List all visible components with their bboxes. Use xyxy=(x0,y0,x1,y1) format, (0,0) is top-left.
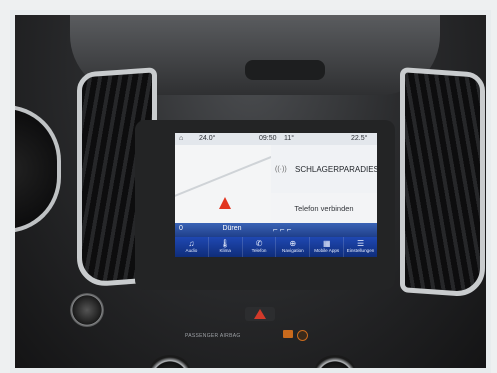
air-vent-right[interactable] xyxy=(400,67,485,298)
car-dashboard-photo: ⌂ 24.0° 09:50 11° 22.5° ((·)) SCHLAGERPA… xyxy=(10,10,491,373)
nav-audio-label: Audio xyxy=(185,248,198,253)
thermometer-icon: 🌡 xyxy=(220,239,231,248)
settings-sliders-icon: ☰ xyxy=(356,239,365,248)
radio-icon: ((·)) xyxy=(275,166,287,173)
clock-extra: 11° xyxy=(284,135,295,142)
nav-telefon[interactable]: ✆ Telefon xyxy=(243,237,277,257)
nav-mobile-apps-label: Mobile Apps xyxy=(314,248,340,253)
status-bar: ⌂ 24.0° 09:50 11° 22.5° xyxy=(175,133,377,145)
apps-grid-icon: ▦ xyxy=(322,239,331,248)
nav-einstellungen[interactable]: ☰ Einstellungen xyxy=(344,237,377,257)
media-panel[interactable]: ((·)) SCHLAGERPARADIES xyxy=(271,145,377,193)
navigation-icon: ⊕ xyxy=(289,239,297,248)
seat-heat-icon[interactable]: ⌐ ⌐ ⌐ xyxy=(273,225,291,234)
airbag-off-indicator-icon xyxy=(283,330,293,338)
nav-klima[interactable]: 🌡 Klima xyxy=(209,237,243,257)
climate-strip[interactable]: 0 Düren ⌐ ⌐ ⌐ xyxy=(175,223,377,237)
infotainment-screen[interactable]: ⌂ 24.0° 09:50 11° 22.5° ((·)) SCHLAGERPA… xyxy=(175,133,377,257)
outside-temperature: 24.0° xyxy=(199,135,216,142)
nav-navigation[interactable]: ⊕ Navigation xyxy=(276,237,311,257)
home-icon[interactable]: ⌂ xyxy=(179,135,183,142)
nav-telefon-label: Telefon xyxy=(251,248,267,253)
nav-einstellungen-label: Einstellungen xyxy=(346,248,375,253)
phone-panel[interactable]: Telefon verbinden xyxy=(271,193,377,223)
start-stop-button[interactable] xyxy=(70,293,104,327)
nav-audio[interactable]: ♫ Audio xyxy=(175,237,209,257)
position-arrow-icon xyxy=(219,197,231,209)
passenger-airbag-label: PASSENGER AIRBAG xyxy=(185,333,241,339)
climate-left-value: 0 xyxy=(179,225,183,232)
current-city: Düren xyxy=(222,225,242,232)
bottom-navigation-bar: ♫ Audio 🌡 Klima ✆ Telefon ⊕ Navigation ▦ xyxy=(175,237,377,257)
hazard-triangle-icon xyxy=(254,309,266,319)
phone-icon: ✆ xyxy=(255,239,263,248)
map-road xyxy=(175,154,276,198)
clock: 09:50 xyxy=(259,135,277,142)
hood-slot xyxy=(245,60,325,80)
station-name: SCHLAGERPARADIES xyxy=(295,165,377,174)
nav-mobile-apps[interactable]: ▦ Mobile Apps xyxy=(310,237,345,257)
music-note-icon: ♫ xyxy=(188,239,195,248)
cabin-temperature: 22.5° xyxy=(351,135,368,142)
photo-frame: ⌂ 24.0° 09:50 11° 22.5° ((·)) SCHLAGERPA… xyxy=(0,0,497,373)
airbag-status-indicator-icon xyxy=(297,330,308,341)
nav-klima-label: Klima xyxy=(219,248,231,253)
nav-navigation-label: Navigation xyxy=(282,248,304,253)
phone-status: Telefon verbinden xyxy=(294,203,354,213)
